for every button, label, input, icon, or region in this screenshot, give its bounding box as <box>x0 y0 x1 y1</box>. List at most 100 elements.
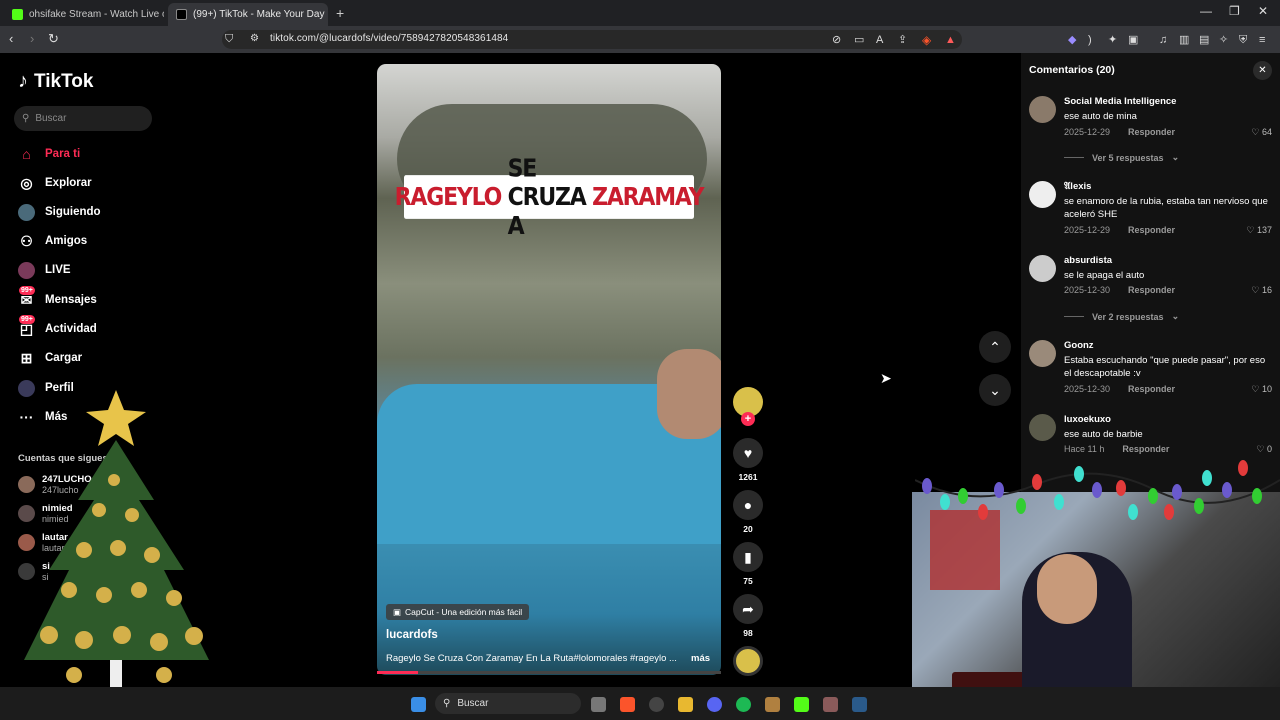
file-explorer-icon[interactable] <box>678 697 693 712</box>
obs-taskbar-icon[interactable] <box>649 697 664 712</box>
app-taskbar-icon[interactable] <box>765 697 780 712</box>
media-icon[interactable]: ♫ <box>1159 32 1167 48</box>
sidebar-item-explorar[interactable]: ◎ Explorar <box>18 174 91 192</box>
comment-user[interactable]: 𝔄lexis <box>1064 181 1091 193</box>
wallet-icon[interactable]: ▤ <box>1199 32 1209 48</box>
close-comments-button[interactable]: ✕ <box>1253 61 1272 80</box>
site-info-icon[interactable]: ⚙ <box>250 31 259 47</box>
minimize-button[interactable]: — <box>1200 4 1212 18</box>
avatar[interactable] <box>1029 96 1056 123</box>
url-text[interactable]: tiktok.com/@lucardofs/video/758942782054… <box>270 33 508 44</box>
brave-shields-icon[interactable]: ◈ <box>922 32 931 48</box>
comment-like-button[interactable]: ♡ 137 <box>1246 225 1272 236</box>
sidebar-item-actividad[interactable]: ◰ 99+ Actividad <box>18 314 97 338</box>
description-more-link[interactable]: más <box>691 653 710 664</box>
sidebar-item-label: Mensajes <box>45 294 97 306</box>
game-taskbar-icon[interactable] <box>823 697 838 712</box>
reload-icon[interactable]: ↻ <box>48 31 59 47</box>
audio-icon[interactable]: ) <box>1088 32 1092 48</box>
comment-user[interactable]: Goonz <box>1064 340 1094 352</box>
avatar[interactable] <box>1029 340 1056 367</box>
reply-button[interactable]: Responder <box>1128 225 1175 235</box>
comment-like-button[interactable]: ♡ 64 <box>1251 127 1272 138</box>
tab-kick-stream[interactable]: ohsifake Stream - Watch Live on <box>4 3 164 26</box>
spotify-icon[interactable] <box>736 697 751 712</box>
like-button[interactable]: ♥ 1261 <box>733 438 763 482</box>
comment-like-button[interactable]: ♡ 10 <box>1251 384 1272 395</box>
follow-button[interactable]: + <box>741 412 755 426</box>
tiktok-logo[interactable]: ♪ TikTok <box>18 70 93 93</box>
divider <box>1064 157 1084 158</box>
sidebar-item-cargar[interactable]: ⊞ Cargar <box>18 349 82 367</box>
close-window-button[interactable]: ✕ <box>1258 4 1268 18</box>
save-button[interactable]: ▮ 75 <box>733 542 763 586</box>
windows-start-icon[interactable] <box>411 697 426 712</box>
webcam-face-shape <box>1037 554 1097 624</box>
discord-icon[interactable] <box>707 697 722 712</box>
taskbar-search[interactable]: ⚲ Buscar <box>435 693 581 714</box>
view-replies-button[interactable]: Ver 2 respuestas ⌄ <box>1064 311 1179 322</box>
share-button[interactable]: ➦ 98 <box>733 594 763 638</box>
notifications-off-icon[interactable]: ⊘ <box>832 32 841 48</box>
share-icon[interactable]: ⇪ <box>898 32 907 48</box>
music-disc-icon[interactable] <box>733 646 763 676</box>
capcut-tag[interactable]: ▣ CapCut - Una edición más fácil <box>386 604 530 620</box>
comment-date: 2025-12-29 <box>1064 127 1111 137</box>
comment-text: se enamoro de la rubia, estaba tan nervi… <box>1064 196 1268 220</box>
headline-red-word: RAGEYLO <box>394 182 503 212</box>
comment-button[interactable]: ● 20 <box>733 490 763 534</box>
sidebar-item-live[interactable]: LIVE <box>18 261 71 279</box>
previous-video-button[interactable]: ⌃ <box>979 331 1011 363</box>
comment-like-button[interactable]: ♡ 16 <box>1251 285 1272 296</box>
forward-icon[interactable]: › <box>30 31 34 47</box>
back-icon[interactable]: ‹ <box>9 31 13 47</box>
view-replies-button[interactable]: Ver 5 respuestas ⌄ <box>1064 152 1179 163</box>
save-count: 75 <box>743 576 753 586</box>
reply-button[interactable]: Responder <box>1128 127 1175 137</box>
new-tab-button[interactable]: + <box>336 5 344 21</box>
sidebar-item-label: Amigos <box>45 235 88 247</box>
comment-user[interactable]: luxoekuxo <box>1064 414 1111 426</box>
sidebar-item-mensajes[interactable]: ✉ 99+ Mensajes <box>18 285 97 309</box>
tab-tiktok[interactable]: (99+) TikTok - Make Your Day ✕ <box>168 3 328 26</box>
brave-taskbar-icon[interactable] <box>620 697 635 712</box>
comment-like-button[interactable]: ♡ 0 <box>1256 444 1272 455</box>
comment-user[interactable]: absurdista <box>1064 255 1112 267</box>
compass-icon: ◎ <box>20 174 33 191</box>
search-input[interactable]: ⚲ Buscar <box>14 106 152 131</box>
comment-date: Hace 11 h <box>1064 444 1105 454</box>
view-replies-label: Ver 2 respuestas <box>1092 311 1164 322</box>
task-view-icon[interactable] <box>591 697 606 712</box>
video-progress-bar[interactable] <box>377 671 721 674</box>
next-video-button[interactable]: ⌄ <box>979 374 1011 406</box>
steam-icon[interactable] <box>852 697 867 712</box>
leo-ai-icon[interactable]: ✧ <box>1219 32 1228 48</box>
kick-taskbar-icon[interactable] <box>794 697 809 712</box>
tab-title: ohsifake Stream - Watch Live on <box>29 9 164 20</box>
avatar[interactable] <box>1029 255 1056 282</box>
video-author[interactable]: lucardofs <box>386 629 438 641</box>
sidebar-item-siguiendo[interactable]: Siguiendo <box>18 203 101 221</box>
headline-red-name: ZARAMAY <box>592 182 705 212</box>
cast-icon[interactable]: ▭ <box>854 32 864 48</box>
following-avatar-icon <box>18 203 35 221</box>
bookmark-icon[interactable]: ⛉ <box>225 31 233 47</box>
reply-button[interactable]: Responder <box>1122 444 1169 454</box>
reply-button[interactable]: Responder <box>1128 384 1175 394</box>
sidebar-item-para-ti[interactable]: ⌂ Para ti <box>18 145 80 163</box>
sidebar-item-amigos[interactable]: ⚇ Amigos <box>18 232 87 250</box>
menu-icon[interactable]: ≡ <box>1259 32 1265 48</box>
translate-icon[interactable]: A <box>876 32 883 48</box>
vpn-icon[interactable]: ⛨ <box>1239 32 1247 48</box>
screenshot-icon[interactable]: ▣ <box>1128 32 1138 48</box>
restore-button[interactable]: ❐ <box>1229 4 1240 18</box>
sidebar-toggle-icon[interactable]: ▥ <box>1179 32 1189 48</box>
avatar[interactable] <box>1029 414 1056 441</box>
brave-rewards-icon[interactable]: ▲ <box>945 32 956 48</box>
reply-button[interactable]: Responder <box>1128 285 1175 295</box>
extensions-icon[interactable]: ✦ <box>1108 32 1117 48</box>
avatar[interactable] <box>1029 181 1056 208</box>
extension-icon[interactable]: ◆ <box>1068 32 1076 48</box>
comment-user[interactable]: Social Media Intelligence <box>1064 96 1176 108</box>
heart-outline-icon: ♡ <box>1246 225 1255 235</box>
